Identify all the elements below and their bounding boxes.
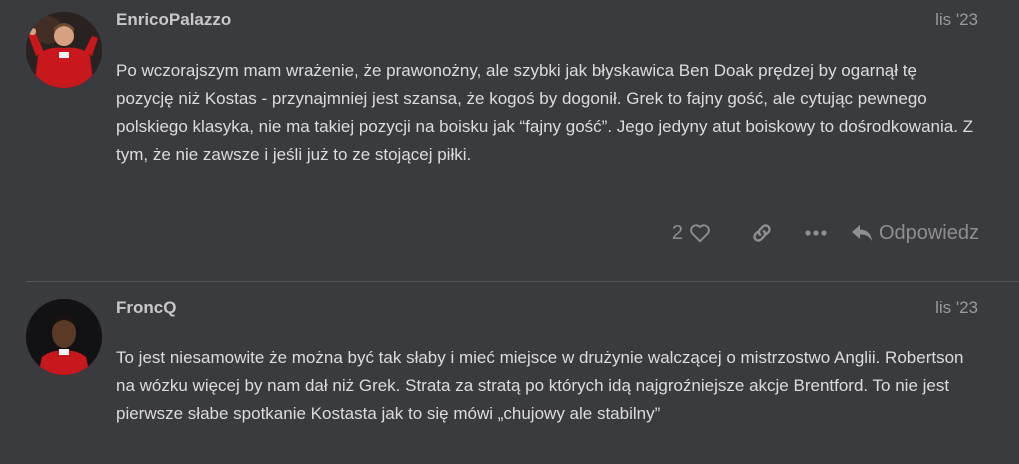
post-body: Po wczorajszym mam wrażenie, że prawonoż… bbox=[116, 61, 974, 164]
username[interactable]: FroncQ bbox=[116, 298, 176, 318]
reply-button[interactable]: Odpowiedz bbox=[851, 222, 979, 245]
like-button[interactable]: 2 bbox=[672, 222, 711, 245]
like-count: 2 bbox=[671, 221, 683, 244]
link-icon bbox=[751, 222, 773, 244]
post-body: To jest niesamowite że można być tak sła… bbox=[116, 348, 964, 423]
avatar[interactable] bbox=[26, 12, 102, 88]
post-date[interactable]: lis '23 bbox=[935, 10, 978, 30]
heart-icon bbox=[689, 223, 711, 243]
reply-icon bbox=[851, 224, 873, 242]
post-actions: 2 Odpowiedz bbox=[672, 218, 979, 248]
avatar[interactable] bbox=[26, 299, 102, 375]
more-options-button[interactable] bbox=[805, 229, 827, 237]
ellipsis-icon bbox=[805, 229, 827, 237]
reply-label: Odpowiedz bbox=[878, 221, 979, 244]
post-froncq: FroncQ lis '23 To jest niesamowite że mo… bbox=[0, 282, 1019, 464]
username[interactable]: EnricoPalazzo bbox=[116, 10, 231, 30]
post-enricopalazzo: EnricoPalazzo lis '23 Po wczorajszym mam… bbox=[0, 0, 1019, 280]
post-date[interactable]: lis '23 bbox=[935, 298, 978, 318]
copy-link-button[interactable] bbox=[751, 222, 773, 244]
